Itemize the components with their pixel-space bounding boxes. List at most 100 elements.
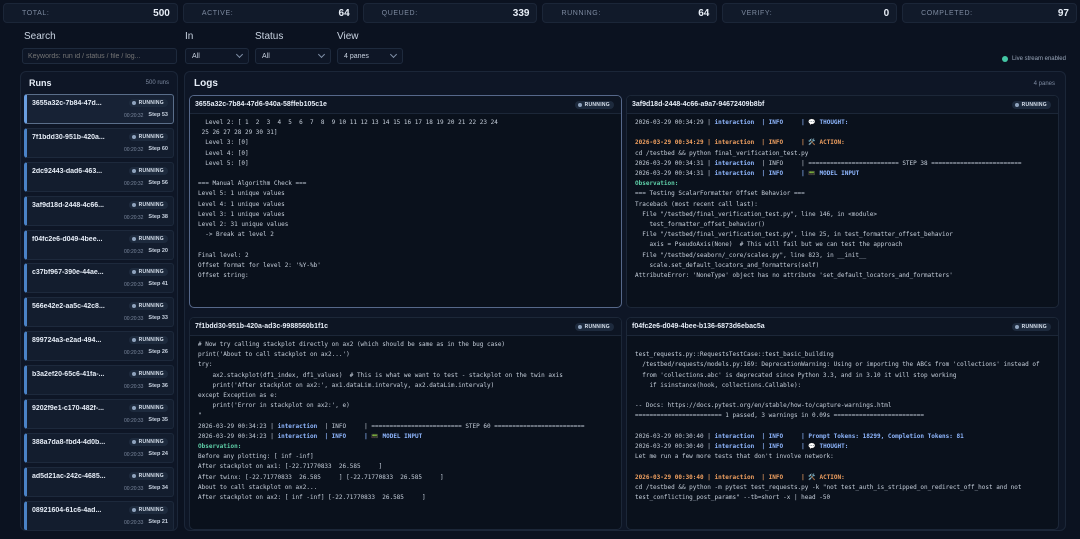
chevron-down-icon [235,50,244,59]
run-step: Step 24 [148,450,168,457]
run-list-item[interactable]: 566e42e2-aa5c-42c8... RUNNING 00:20:33 Step… [24,297,174,328]
stat-value: 500 [153,7,170,19]
status-badge: RUNNING [574,323,614,331]
run-list-item[interactable]: 388a7da8-fbd4-4d0b... RUNNING 00:20:33 Step… [24,432,174,463]
run-step: Step 26 [148,349,168,356]
status-badge: RUNNING [128,268,168,277]
status-badge-label: RUNNING [1021,324,1047,330]
log-line: Before any plotting: [ inf -inf] [198,453,314,461]
status-filter-select[interactable]: All [255,48,331,64]
status-dot-icon [131,338,136,343]
run-step: Step 38 [148,213,168,220]
run-step: Step 56 [148,179,168,186]
run-step: Step 41 [148,281,168,288]
live-stream-indicator: Live stream enabled [1001,56,1066,62]
status-dot-icon [131,202,136,207]
status-badge: RUNNING [128,370,168,379]
chevron-down-icon [389,50,398,59]
status-badge: RUNNING [128,336,168,345]
log-line: Level 5: 1 unique values [198,190,285,198]
status-dot-icon [131,270,136,275]
log-output: # Now try calling stackplot directly on … [190,337,621,529]
log-line: axis = PseudoAxis(None) # This will fail… [635,241,903,249]
run-list-item[interactable]: 2dc92443-dad6-463... RUNNING 00:20:32 Step … [24,161,174,192]
run-list-item[interactable]: f04fc2e6-d049-4bee... RUNNING 00:20:32 Step… [24,229,174,260]
view-filter-select[interactable]: 4 panes [337,48,403,64]
run-elapsed-time: 00:20:32 [124,180,144,187]
log-line: from 'collections.abc' is deprecated sin… [635,371,957,379]
log-pane-title: 3af9d18d-2448-4c66-a9a7-94672409b8bf [632,101,765,108]
log-line: test_formatter_offset_behavior() [635,221,766,229]
search-input[interactable] [22,48,177,64]
log-line: 2026-03-29 00:30:40 | interaction | INFO… [635,443,849,451]
run-id: f04fc2e6-d049-4bee... [32,235,103,243]
log-line: Level 4: 1 unique values [198,200,285,208]
status-dot-icon [131,101,136,105]
status-dot-icon [131,134,136,139]
log-line: Level 3: [0] [198,139,249,147]
log-pane[interactable]: 3655a32c-7b84-47d6-940a-58ffeb105c1e RUNN… [189,95,622,308]
status-badge-label: RUNNING [138,235,164,242]
log-pane-header: 3af9d18d-2448-4c66-a9a7-94672409b8bf RUNN… [627,96,1058,114]
log-output: 2026-03-29 00:34:29 | interaction | INFO… [627,115,1058,307]
run-step: Step 36 [148,383,168,390]
status-filter-label: Status [255,31,284,42]
run-list-item[interactable]: ad5d21ac-242c-4685... RUNNING 00:20:33 Step… [24,466,174,497]
stat-active: ACTIVE: 64 [182,3,358,23]
stat-label: TOTAL: [22,9,50,17]
status-badge: RUNNING [128,132,168,141]
stat-value: 0 [883,7,890,19]
run-step: Step 20 [148,247,168,254]
run-list-item[interactable]: 899724a3-e2ad-494... RUNNING 00:20:33 Step … [24,331,174,362]
status-badge: RUNNING [128,471,168,480]
status-badge-label: RUNNING [138,405,164,412]
log-pane[interactable]: f04fc2e6-d049-4bee-b136-6873d6ebac5a RUNN… [626,317,1059,530]
chevron-down-icon [317,50,326,59]
log-line: print('About to call stackplot on ax2...… [198,351,350,359]
log-line: === Testing ScalarFormatter Offset Behav… [635,190,805,198]
log-line: test_requests.py::RequestsTestCase::test… [635,351,834,359]
log-pane[interactable]: 7f1bdd30-951b-420a-ad3c-9988560b1f1c RUNN… [189,317,622,530]
run-step: Step 35 [148,417,168,424]
run-id: 388a7da8-fbd4-4d0b... [32,438,106,446]
run-list-item[interactable]: 9202f9e1-c170-482f-... RUNNING 00:20:33 Ste… [24,399,174,430]
log-output: test_requests.py::RequestsTestCase::test… [627,337,1058,529]
status-badge-label: RUNNING [138,167,164,174]
log-line: Observation: [635,180,679,188]
run-list-item[interactable]: 08921604-61c6-4ad... RUNNING 00:20:33 Step … [24,500,174,530]
log-line: cd /testbed && python -m pytest test_req… [635,483,1022,491]
log-line: print('Error in stackplot on ax2:', e) [198,402,350,410]
log-pane[interactable]: 3af9d18d-2448-4c66-a9a7-94672409b8bf RUNN… [626,95,1059,308]
run-list-item[interactable]: b3a2ef20-65c6-41fa-... RUNNING 00:20:33 Ste… [24,365,174,396]
run-list-item[interactable]: 3af9d18d-2448-4c66... RUNNING 00:20:32 Step… [24,195,174,226]
status-dot-icon [131,507,136,512]
log-line: Let me run a few more tests that don't i… [635,453,834,461]
run-list-item[interactable]: 7f1bdd30-951b-420a... RUNNING 00:20:32 Step… [24,127,174,158]
log-line: ======================== 1 passed, 3 war… [635,412,924,420]
log-line: except Exception as e: [198,392,278,400]
stat-verify: VERIFY: 0 [722,3,898,23]
run-list-item[interactable]: c37bf967-390e-44ae... RUNNING 00:20:33 Step… [24,263,174,294]
run-list-item[interactable]: 3655a32c-7b84-47d... RUNNING 00:20:32 Step … [24,94,174,124]
stat-label: VERIFY: [741,9,773,17]
view-filter-label: View [337,31,359,42]
log-line: AttributeError: 'NoneType' object has no… [635,272,953,280]
stat-value: 97 [1057,7,1069,19]
status-badge-label: RUNNING [138,303,164,310]
log-output: Level 2: [ 1 2 3 4 5 6 7 8 9 10 11 12 13… [190,115,621,307]
log-line: File "/testbed/final_verification_test.p… [635,210,878,218]
run-list: 3655a32c-7b84-47d... RUNNING 00:20:32 Step … [24,94,174,530]
run-elapsed-time: 00:20:33 [124,451,144,458]
log-line: scale.set_default_locators_and_formatter… [635,261,820,269]
log-line: 2026-03-29 00:34:23 | interaction | INFO… [198,422,585,430]
in-filter-select[interactable]: All [185,48,249,64]
stat-label: RUNNING: [561,9,601,17]
run-elapsed-time: 00:20:32 [124,214,144,221]
status-badge: RUNNING [574,101,614,109]
status-badge: RUNNING [128,404,168,413]
log-line: File "/testbed/seaborn/_core/scales.py",… [635,251,867,259]
run-id: 899724a3-e2ad-494... [32,337,102,345]
status-badge-label: RUNNING [138,201,164,208]
status-badge-label: RUNNING [138,506,164,513]
